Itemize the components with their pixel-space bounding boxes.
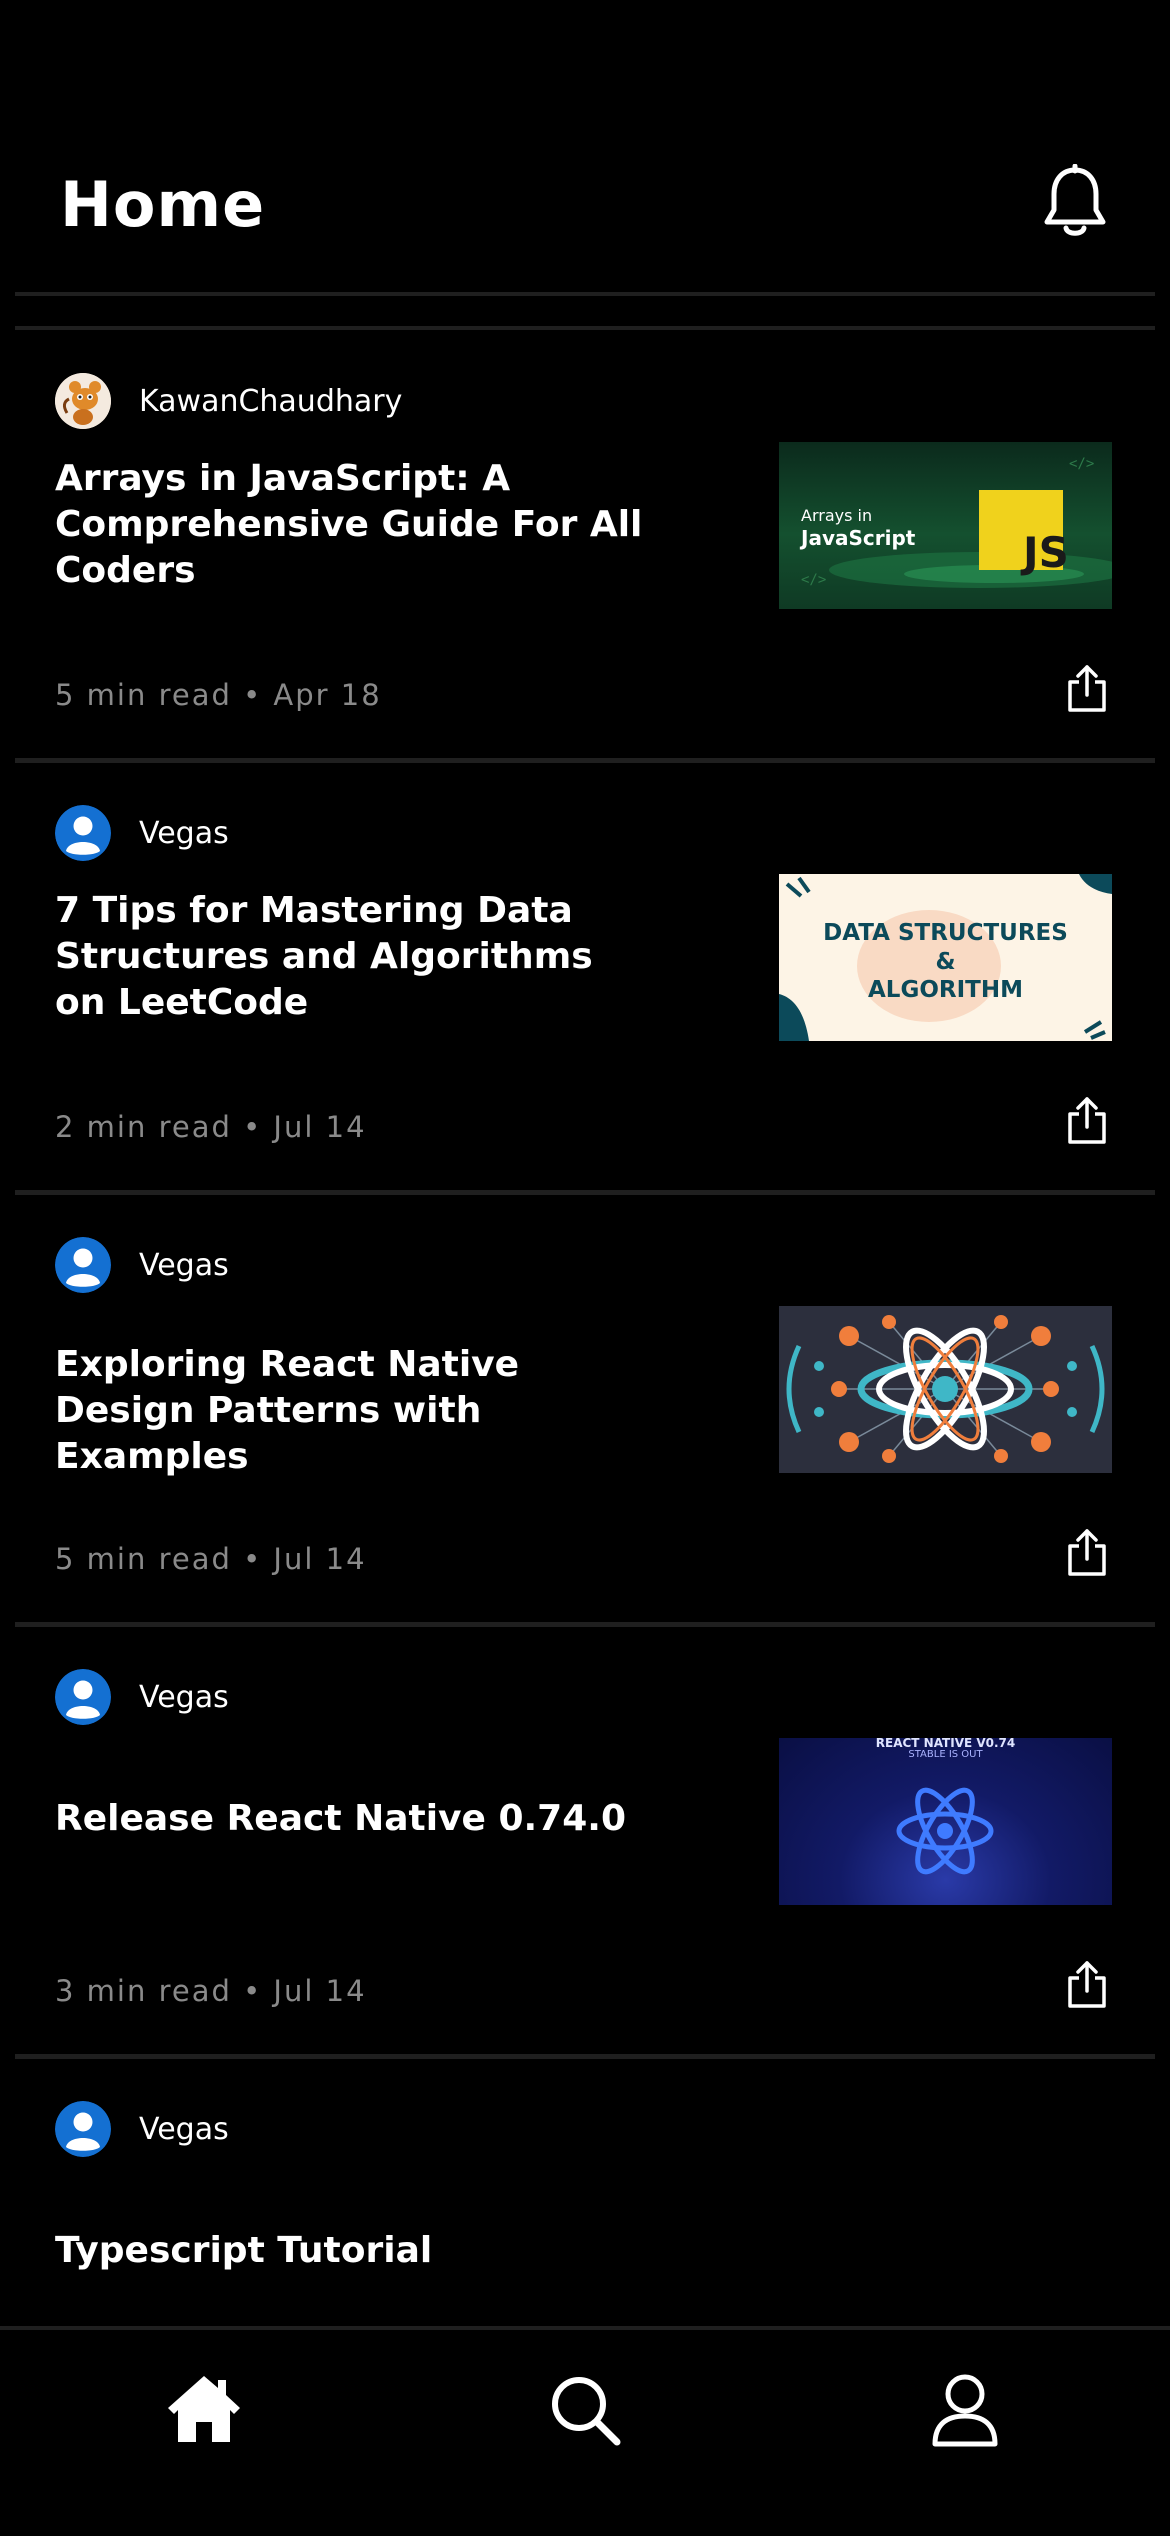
article-meta: 3 min read • Jul 14 [55,1974,367,2008]
article-card[interactable]: Vegas Typescript Tutorial [0,2058,1170,2326]
thumbnail-text-line1: Arrays in [801,506,873,525]
article-thumbnail[interactable]: REACT NATIVE V0.74 STABLE IS OUT [779,1738,1112,1905]
svg-text:</>: </> [1069,456,1094,472]
author-name: Vegas [139,1247,229,1283]
article-card[interactable]: Vegas Exploring React Native Design Patt… [0,1194,1170,1626]
user-avatar [55,2101,111,2157]
bottom-tab-bar [0,2326,1170,2536]
article-card[interactable]: Vegas 7 Tips for Mastering Data Structur… [0,762,1170,1194]
author-name: Vegas [139,2111,229,2147]
article-card[interactable]: KawanChaudhary Arrays in JavaScript: A C… [0,330,1170,762]
author-name: Vegas [139,815,229,851]
author-name: Vegas [139,1679,229,1715]
home-icon[interactable] [164,2370,244,2450]
thumbnail-text-line2: JavaScript [801,526,916,550]
share-icon[interactable] [1066,664,1108,714]
thumbnail-subheading: ALGORITHM [868,977,1023,1003]
react-atom-network-thumbnail[interactable] [779,1306,1112,1473]
article-title[interactable]: Typescript Tutorial [55,2228,655,2274]
article-title[interactable]: Exploring React Native Design Patterns w… [55,1342,655,1480]
cartoon-avatar [55,373,111,429]
share-icon[interactable] [1066,1960,1108,2010]
bell-icon[interactable] [1040,163,1110,240]
svg-text:</>: </> [801,572,826,588]
user-avatar [55,1669,111,1725]
article-title[interactable]: Release React Native 0.74.0 [55,1796,655,1842]
article-card[interactable]: Vegas Release React Native 0.74.0 REACT … [0,1626,1170,2058]
author-row[interactable]: KawanChaudhary [55,372,402,430]
article-thumbnail[interactable]: DATA STRUCTURES & ALGORITHM [779,874,1112,1041]
page-title: Home [60,168,266,241]
search-icon[interactable] [545,2370,625,2450]
article-meta: 5 min read • Jul 14 [55,1542,367,1576]
thumbnail-heading: DATA STRUCTURES [823,920,1068,946]
author-row[interactable]: Vegas [55,1668,229,1726]
article-title[interactable]: 7 Tips for Mastering Data Structures and… [55,888,655,1026]
author-name: KawanChaudhary [139,383,403,419]
share-icon[interactable] [1066,1096,1108,1146]
article-meta: 2 min read • Jul 14 [55,1110,367,1144]
share-icon[interactable] [1066,1528,1108,1578]
thumbnail-ampersand: & [935,949,956,975]
user-avatar [55,805,111,861]
author-row[interactable]: Vegas [55,2100,229,2158]
article-meta: 5 min read • Apr 18 [55,678,382,712]
user-avatar [55,1237,111,1293]
header-divider [15,292,1155,296]
profile-icon[interactable] [925,2370,1005,2450]
article-title[interactable]: Arrays in JavaScript: A Comprehensive Gu… [55,456,655,594]
author-row[interactable]: Vegas [55,1236,229,1294]
header: Home [0,0,1170,290]
js-badge: JS [1023,528,1069,577]
article-thumbnail[interactable]: </> </> Arrays in JavaScript JS [779,442,1112,609]
author-row[interactable]: Vegas [55,804,229,862]
